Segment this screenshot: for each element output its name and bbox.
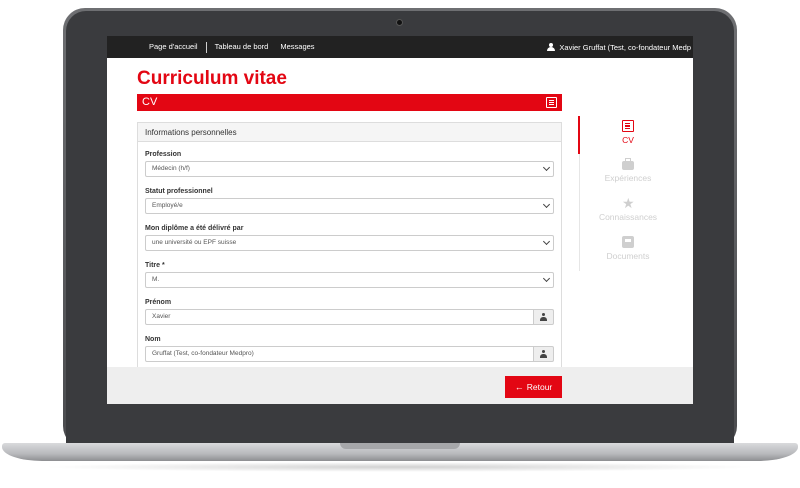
nom-label: Nom bbox=[145, 336, 161, 343]
profession-label: Profession bbox=[145, 151, 182, 158]
footer-bar bbox=[107, 367, 693, 404]
prenom-addon bbox=[534, 309, 554, 325]
camera-icon bbox=[396, 19, 403, 26]
side-nav-item-connaissances[interactable]: ★ Connaissances bbox=[585, 195, 671, 222]
user-menu[interactable]: Xavier Gruffat (Test, co-fondateur Medp bbox=[547, 36, 693, 58]
prenom-field: Prénom Xavier bbox=[145, 297, 554, 325]
diplome-label: Mon diplôme a été délivré par bbox=[145, 225, 244, 232]
section-label: CV bbox=[142, 96, 158, 108]
app-screen: Page d'accueil Tableau de bord Messages … bbox=[107, 36, 693, 404]
nom-addon bbox=[534, 346, 554, 362]
profession-value: Médecin (h/f) bbox=[152, 165, 190, 172]
side-nav-item-experiences[interactable]: Expériences bbox=[585, 158, 671, 183]
profession-select[interactable]: Médecin (h/f) bbox=[145, 161, 554, 177]
chevron-down-icon bbox=[542, 237, 551, 246]
prenom-input-group: Xavier bbox=[145, 309, 554, 325]
star-icon: ★ bbox=[622, 195, 635, 211]
side-nav-active-marker bbox=[578, 116, 580, 154]
nav-messages-link[interactable]: Messages bbox=[274, 36, 320, 58]
statut-value: Employé/e bbox=[152, 202, 183, 209]
briefcase-icon bbox=[622, 158, 634, 170]
back-button[interactable]: ← Retour bbox=[505, 376, 562, 398]
cv-icon bbox=[622, 120, 634, 132]
nom-input[interactable]: Gruffat (Test, co-fondateur Medpro) bbox=[145, 346, 534, 362]
side-nav-label-connaissances: Connaissances bbox=[598, 212, 658, 222]
chevron-down-icon bbox=[542, 200, 551, 209]
titre-label: Titre * bbox=[145, 262, 165, 269]
diplome-value: une université ou EPF suisse bbox=[152, 239, 237, 246]
main-nav: Page d'accueil Tableau de bord Messages bbox=[143, 36, 321, 58]
user-icon bbox=[540, 313, 547, 321]
nav-home-link[interactable]: Page d'accueil bbox=[143, 36, 204, 58]
nom-input-group: Gruffat (Test, co-fondateur Medpro) bbox=[145, 346, 554, 362]
prenom-input[interactable]: Xavier bbox=[145, 309, 534, 325]
profession-field: Profession Médecin (h/f) bbox=[145, 149, 554, 177]
nav-divider bbox=[205, 41, 207, 53]
section-header-cv: CV bbox=[137, 94, 562, 111]
chevron-down-icon bbox=[542, 274, 551, 283]
side-nav-item-documents[interactable]: Documents bbox=[585, 236, 671, 261]
nav-dashboard-link[interactable]: Tableau de bord bbox=[209, 36, 275, 58]
inbox-icon bbox=[622, 236, 634, 248]
top-navbar: Page d'accueil Tableau de bord Messages … bbox=[107, 36, 693, 58]
statut-field: Statut professionnel Employé/e bbox=[145, 186, 554, 214]
side-nav-label-cv: CV bbox=[622, 135, 634, 145]
statut-label: Statut professionnel bbox=[145, 188, 213, 195]
back-button-label: Retour bbox=[526, 382, 553, 392]
page-title: Curriculum vitae bbox=[137, 68, 287, 89]
chevron-down-icon bbox=[542, 163, 551, 172]
user-icon bbox=[540, 350, 547, 358]
side-nav-item-cv[interactable]: CV bbox=[585, 120, 671, 145]
panel-heading: Informations personnelles bbox=[138, 123, 561, 142]
laptop-mockup: Page d'accueil Tableau de bord Messages … bbox=[0, 0, 800, 488]
document-list-icon bbox=[546, 97, 557, 108]
user-name: Xavier Gruffat (Test, co-fondateur Medp bbox=[559, 42, 691, 52]
statut-select[interactable]: Employé/e bbox=[145, 198, 554, 214]
titre-field: Titre * M. bbox=[145, 260, 554, 288]
arrow-left-icon: ← bbox=[514, 382, 524, 392]
personal-info-panel: Informations personnelles Profession Méd… bbox=[137, 122, 562, 372]
diplome-select[interactable]: une université ou EPF suisse bbox=[145, 235, 554, 251]
laptop-shadow bbox=[40, 462, 760, 472]
side-nav-label-documents: Documents bbox=[606, 251, 650, 261]
titre-value: M. bbox=[152, 276, 160, 283]
titre-select[interactable]: M. bbox=[145, 272, 554, 288]
side-nav-label-experiences: Expériences bbox=[604, 173, 652, 183]
nom-field: Nom Gruffat (Test, co-fondateur Medpro) bbox=[145, 334, 554, 362]
diplome-field: Mon diplôme a été délivré par une univer… bbox=[145, 223, 554, 251]
user-icon bbox=[547, 43, 556, 51]
prenom-label: Prénom bbox=[145, 299, 172, 306]
laptop-notch bbox=[340, 443, 460, 449]
